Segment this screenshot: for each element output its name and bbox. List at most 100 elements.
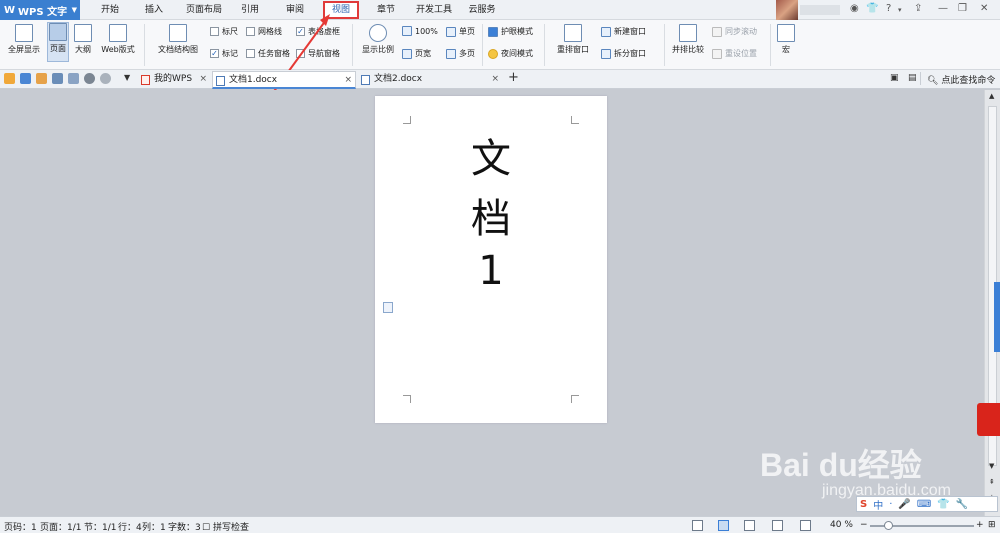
customize-toolbar-icon[interactable]: ▼ (124, 73, 130, 82)
close-icon[interactable]: × (344, 72, 352, 89)
close-icon[interactable]: ✕ (980, 3, 988, 14)
help-icon[interactable]: ? (886, 3, 891, 14)
tab-label: 文档1.docx (229, 75, 278, 85)
outline-view-status-icon[interactable] (744, 520, 755, 531)
single-page-button[interactable]: 单页 (446, 26, 475, 37)
web-view-status-icon[interactable] (772, 520, 783, 531)
skin-icon[interactable]: 👕 (937, 499, 949, 510)
ruler-label: 标尺 (222, 27, 238, 36)
print-preview-icon[interactable] (68, 73, 79, 84)
side-by-side-label: 并排比较 (672, 45, 704, 54)
new-window-button[interactable]: 新建窗口 (601, 26, 646, 37)
command-search[interactable]: 🔍︎ 点此查找命令 (927, 73, 995, 86)
minimize-icon[interactable]: — (938, 3, 948, 14)
ime-punctuation[interactable]: · (889, 499, 892, 510)
spell-check-label: 拼写检查 (212, 523, 249, 533)
document-text-line[interactable]: 档 (375, 186, 607, 244)
doc-structure-button[interactable]: 文档结构图 (150, 24, 206, 62)
reset-position-button[interactable]: 重设位置 (712, 48, 757, 59)
spell-check-button[interactable]: ☐ 拼写检查 (202, 520, 249, 533)
status-pages[interactable]: 页面：1/1 (40, 520, 82, 533)
outline-button[interactable]: 大纲 (72, 24, 94, 62)
status-menu-icon[interactable]: ⊞ (988, 520, 996, 530)
macro-button[interactable]: 宏 (775, 24, 797, 62)
sync-scroll-button[interactable]: 同步滚动 (712, 26, 757, 37)
scroll-down-icon[interactable]: ▼ (989, 462, 994, 470)
tab-document-1[interactable]: 文档1.docx × (212, 71, 356, 89)
ime-mode[interactable]: 中 (873, 497, 883, 512)
tab-developer[interactable]: 开发工具 (412, 0, 456, 20)
read-mode-icon[interactable] (800, 520, 811, 531)
zoom-out-icon[interactable]: − (860, 520, 868, 530)
app-menu-button[interactable]: W WPS 文字 ▼ (0, 0, 80, 20)
divider (144, 24, 145, 66)
redo-icon[interactable] (100, 73, 111, 84)
document-text-line[interactable]: 1 (375, 248, 607, 294)
shirt-icon[interactable]: 👕 (866, 3, 878, 14)
zoom-100-button[interactable]: 100% (402, 26, 438, 36)
status-page-number[interactable]: 页码：1 (4, 520, 37, 533)
document-text-line[interactable]: 文 (375, 126, 607, 184)
export-pdf-icon[interactable] (36, 73, 47, 84)
tab-cloud[interactable]: 云服务 (462, 0, 502, 20)
ime-toolbar[interactable]: S 中 · 🎤 ⌨ 👕 🔧 (856, 496, 998, 512)
wrench-icon[interactable]: 🔧 (956, 499, 968, 510)
open-icon[interactable] (4, 73, 15, 84)
help-dropdown-icon[interactable]: ▾ (898, 6, 902, 14)
page-view-status-icon[interactable] (718, 520, 729, 531)
close-icon[interactable]: × (491, 71, 499, 88)
side-promo-icon[interactable] (977, 403, 1000, 436)
scroll-up-icon[interactable]: ▲ (989, 92, 994, 100)
close-icon[interactable]: × (199, 71, 207, 88)
restore-ribbon-icon[interactable]: ⇪ (914, 3, 922, 14)
avatar[interactable] (776, 0, 798, 20)
status-bar: 页码：1 页面：1/1 节：1/1 行：4 列：1 字数：3 ☐ 拼写检查 40… (0, 516, 1000, 533)
save-icon[interactable] (20, 73, 31, 84)
maximize-icon[interactable]: ❐ (958, 3, 967, 14)
share-icon[interactable]: ▤ (908, 73, 917, 83)
night-mode-button[interactable]: 夜间模式 (488, 48, 533, 59)
print-icon[interactable] (52, 73, 63, 84)
tab-chapter[interactable]: 章节 (368, 0, 404, 20)
status-word-count[interactable]: 字数：3 (168, 520, 201, 533)
comments-icon[interactable]: ▣ (890, 73, 899, 83)
tab-home[interactable]: 开始 (92, 0, 128, 20)
page-width-button[interactable]: 页宽 (402, 48, 431, 59)
side-by-side-button[interactable]: 并排比较 (668, 24, 708, 62)
web-layout-button[interactable]: Web版式 (98, 24, 138, 62)
zoom-button[interactable]: 显示比例 (358, 24, 398, 62)
fit-page-icon[interactable] (692, 520, 703, 531)
prev-page-icon[interactable]: ⇞ (989, 478, 995, 486)
multi-page-button[interactable]: 多页 (446, 48, 475, 59)
ruler-checkbox[interactable]: 标尺 (210, 26, 238, 37)
arrange-windows-button[interactable]: 重排窗口 (550, 24, 596, 62)
markup-checkbox[interactable]: ✓ 标记 (210, 48, 238, 59)
new-tab-icon[interactable]: + (508, 70, 519, 85)
macro-icon (777, 24, 795, 42)
outline-label: 大纲 (75, 45, 91, 54)
eye-protect-label: 护眼模式 (501, 27, 533, 36)
microphone-icon[interactable]: 🎤 (898, 499, 910, 510)
full-screen-button[interactable]: 全屏显示 (6, 24, 42, 62)
zoom-percent[interactable]: 40 % (830, 520, 853, 530)
document-page[interactable]: 文 档 1 (375, 96, 607, 423)
undo-icon[interactable] (84, 73, 95, 84)
paste-options-icon[interactable] (383, 302, 393, 313)
new-window-icon (601, 26, 611, 37)
split-window-button[interactable]: 拆分窗口 (601, 48, 646, 59)
single-page-label: 单页 (459, 27, 475, 36)
tab-insert[interactable]: 插入 (136, 0, 172, 20)
skin-icon[interactable]: ◉ (850, 3, 859, 14)
side-panel-handle[interactable] (994, 282, 1000, 352)
tab-my-wps[interactable]: 我的WPS × (138, 71, 210, 89)
multi-page-icon (446, 48, 456, 59)
status-section[interactable]: 节：1/1 (84, 520, 117, 533)
page-view-button[interactable]: 页面 (47, 22, 69, 62)
eye-protect-button[interactable]: 护眼模式 (488, 26, 533, 37)
zoom-slider-knob[interactable] (884, 521, 893, 530)
zoom-in-icon[interactable]: + (976, 520, 984, 530)
keyboard-icon[interactable]: ⌨ (917, 499, 931, 510)
tab-page-layout[interactable]: 页面布局 (180, 0, 228, 20)
sync-scroll-label: 同步滚动 (725, 27, 757, 36)
tab-document-2[interactable]: 文档2.docx × (358, 71, 502, 89)
